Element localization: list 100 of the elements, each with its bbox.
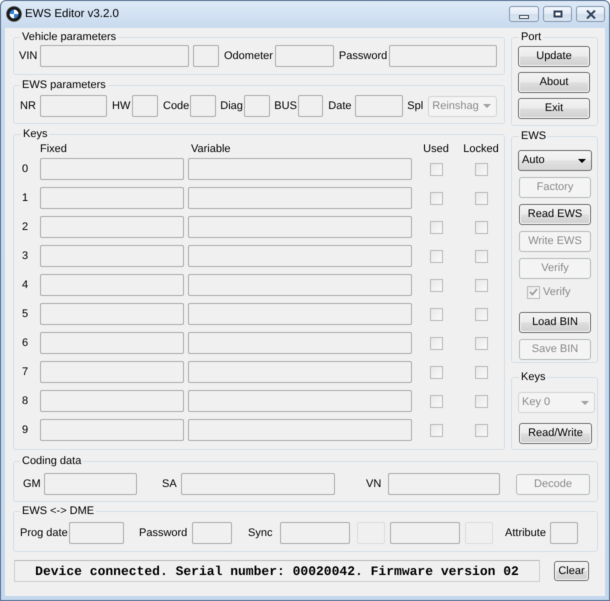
checkbox[interactable] [430, 336, 442, 350]
key-field[interactable] [188, 361, 412, 383]
key-field[interactable] [188, 158, 412, 180]
text-field[interactable] [132, 95, 158, 117]
text-field[interactable] [40, 45, 189, 67]
dropdown[interactable]: Auto [518, 150, 592, 171]
key-field[interactable] [40, 158, 184, 180]
row-number: 0 [21, 162, 30, 176]
key-field[interactable] [188, 187, 412, 209]
text-field[interactable] [192, 522, 232, 544]
checkbox[interactable] [474, 394, 488, 408]
checkbox[interactable] [474, 192, 488, 204]
field-label: SA [162, 478, 178, 490]
action-button[interactable]: Load BIN [519, 312, 591, 333]
text-field[interactable] [298, 95, 324, 117]
text-field[interactable] [40, 95, 107, 117]
minimize-icon [519, 14, 529, 18]
checkbox[interactable] [474, 336, 488, 350]
close-icon [586, 10, 596, 18]
key-field[interactable] [40, 216, 184, 238]
caret-icon [483, 104, 492, 108]
field-label: Password [338, 50, 388, 62]
text-field[interactable] [550, 522, 578, 544]
row-number: 6 [21, 336, 30, 350]
checkbox[interactable] [430, 192, 442, 204]
row-number: 9 [21, 424, 30, 436]
text-field[interactable] [355, 95, 404, 117]
row-number: 7 [21, 366, 30, 378]
key-field[interactable] [188, 332, 412, 354]
field-label: Odometer [224, 50, 273, 62]
key-field[interactable] [188, 419, 412, 441]
field-label: VIN [19, 50, 38, 62]
key-field[interactable] [40, 361, 184, 383]
text-field[interactable] [69, 522, 124, 544]
group-title: Port [520, 31, 542, 44]
roundel-icon [6, 6, 22, 22]
text-field[interactable] [181, 473, 335, 495]
key-field[interactable] [40, 390, 184, 412]
group-title: Keys [22, 128, 48, 141]
checkbox[interactable] [430, 424, 442, 436]
group-title: EWS [520, 130, 548, 143]
key-field[interactable] [40, 332, 184, 354]
caret-icon [581, 400, 589, 404]
column-header: Fixed [40, 142, 67, 156]
key-field[interactable] [188, 216, 412, 238]
field-label: Code [163, 100, 190, 112]
checkbox[interactable] [474, 162, 488, 176]
field-label: HW [112, 100, 131, 112]
checkbox[interactable] [474, 366, 488, 378]
minimize-button[interactable] [509, 6, 539, 22]
row-number: 4 [21, 278, 30, 292]
column-header: Locked [463, 142, 499, 156]
column-header: Variable [190, 142, 231, 156]
checkbox[interactable] [474, 250, 488, 262]
text-field[interactable] [390, 522, 460, 544]
key-field[interactable] [188, 245, 412, 267]
checkbox[interactable] [430, 278, 442, 292]
action-button[interactable]: Read EWS [519, 204, 591, 225]
text-field[interactable] [389, 45, 498, 67]
key-field[interactable] [40, 187, 184, 209]
text-field[interactable] [244, 95, 270, 117]
checkbox[interactable] [430, 250, 442, 262]
text-field[interactable] [190, 95, 216, 117]
checkbox[interactable] [430, 220, 442, 234]
action-button[interactable]: About [518, 72, 590, 93]
checkbox[interactable] [430, 162, 442, 176]
maximize-button[interactable] [543, 6, 572, 22]
key-field[interactable] [40, 245, 184, 267]
checkmark-icon [529, 288, 538, 296]
key-field[interactable] [40, 274, 184, 296]
checkbox[interactable] [474, 278, 488, 292]
field-label: GM [23, 478, 42, 490]
field-label: Attribute [505, 526, 547, 540]
checkbox[interactable] [430, 394, 442, 408]
checkbox[interactable] [430, 366, 442, 378]
window-title: EWS Editor v3.2.0 [25, 7, 119, 22]
key-field[interactable] [188, 303, 412, 325]
maximize-icon [552, 10, 562, 18]
key-field[interactable] [188, 390, 412, 412]
key-field[interactable] [188, 274, 412, 296]
action-button[interactable]: Read/Write [519, 423, 592, 444]
checkbox[interactable] [474, 308, 488, 320]
checkbox[interactable] [430, 308, 442, 320]
text-field[interactable] [388, 473, 500, 495]
status-message: Device connected. Serial number: 00020042. Firmware version 02 [14, 560, 540, 582]
text-field[interactable] [193, 45, 219, 67]
text-field[interactable] [274, 45, 334, 67]
close-button[interactable] [576, 6, 605, 22]
key-field[interactable] [40, 303, 184, 325]
row-number: 2 [21, 220, 30, 234]
text-field[interactable] [44, 473, 137, 495]
action-button[interactable]: Clear [554, 561, 589, 581]
action-button[interactable]: Update [518, 46, 590, 67]
checkbox[interactable] [474, 424, 488, 436]
action-button[interactable]: Exit [518, 98, 590, 119]
text-field[interactable] [280, 522, 350, 544]
field-label: VN [366, 478, 382, 490]
checkbox[interactable] [474, 220, 488, 234]
field-label: Spl [407, 100, 424, 112]
key-field[interactable] [40, 419, 184, 441]
